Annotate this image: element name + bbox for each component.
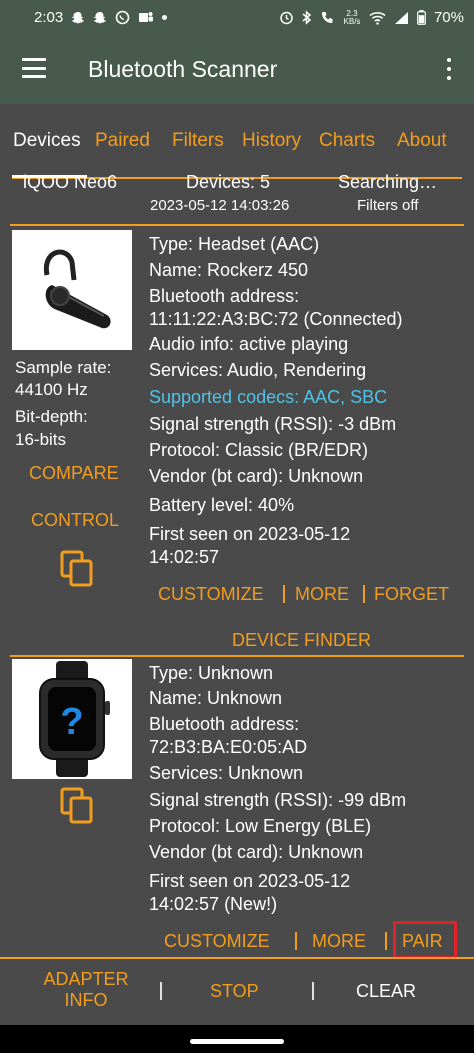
button-separator <box>283 585 285 603</box>
compare-button[interactable]: COMPARE <box>29 463 119 484</box>
copy-icon[interactable] <box>60 550 94 588</box>
signal-icon <box>394 11 408 24</box>
bit-depth-value: 16-bits <box>15 430 67 449</box>
more-button[interactable]: MORE <box>312 931 366 952</box>
services: Services: Audio, Rendering <box>149 360 367 380</box>
more-button[interactable]: MORE <box>295 584 349 605</box>
device-name: Name: Unknown <box>149 688 283 708</box>
bt-address-label: Bluetooth address: <box>149 286 300 306</box>
pair-button-highlight <box>393 921 457 959</box>
customize-button[interactable]: CUSTOMIZE <box>164 931 270 952</box>
main-content: Devices Paired Filters History Charts Ab… <box>0 104 474 957</box>
button-separator <box>363 585 365 603</box>
copy-icon[interactable] <box>60 787 94 825</box>
tab-history[interactable]: History <box>242 130 301 152</box>
headset-image <box>12 230 132 350</box>
vendor: Vendor (bt card): Unknown <box>149 466 364 486</box>
protocol: Protocol: Low Energy (BLE) <box>149 816 372 836</box>
local-device-name: iQOO Neo6 <box>23 172 118 192</box>
header-divider <box>10 224 464 226</box>
status-time: 2:03 <box>34 9 64 26</box>
signal-strength: Signal strength (RSSI): -99 dBm <box>149 790 407 810</box>
tab-bar: Devices Paired Filters History Charts Ab… <box>0 124 474 179</box>
device-type: Type: Unknown <box>149 663 274 683</box>
battery-icon <box>417 10 426 25</box>
audio-info: Audio info: active playing <box>149 334 349 354</box>
adapter-info-label-line2: INFO <box>64 990 108 1010</box>
customize-button[interactable]: CUSTOMIZE <box>158 584 264 605</box>
bt-address-label: Bluetooth address: <box>149 714 300 734</box>
bottom-separator <box>160 982 162 1000</box>
button-separator <box>385 932 387 950</box>
device-type: Type: Headset (AAC) <box>149 234 320 254</box>
adapter-info-label-line1: ADAPTER <box>43 969 129 989</box>
stop-button[interactable]: STOP <box>210 981 259 1002</box>
tab-filters[interactable]: Filters <box>172 130 224 152</box>
device-name: Name: Rockerz 450 <box>149 260 309 280</box>
home-gesture-handle[interactable] <box>190 1039 284 1044</box>
call-icon <box>321 12 333 23</box>
adapter-info-button[interactable]: ADAPTER INFO <box>40 969 132 1011</box>
overflow-menu-icon[interactable] <box>446 58 452 80</box>
svg-text:?: ? <box>60 701 83 743</box>
unknown-watch-image: ? <box>12 659 132 779</box>
teams-icon <box>139 12 154 22</box>
button-separator <box>295 932 297 950</box>
system-nav-bar <box>0 1025 474 1053</box>
tab-about[interactable]: About <box>397 130 447 152</box>
scan-timestamp: 2023-05-12 14:03:26 <box>150 197 290 214</box>
bit-depth-label: Bit-depth: <box>15 407 88 426</box>
supported-codecs-link[interactable]: Supported codecs: AAC, SBC <box>149 387 387 408</box>
control-button[interactable]: CONTROL <box>31 510 119 531</box>
alarm-icon <box>280 11 293 25</box>
battery-level: Battery level: 40% <box>149 495 295 515</box>
first-seen-label: First seen on 2023-05-12 <box>149 524 351 544</box>
bluetooth-icon <box>302 10 312 25</box>
signal-strength: Signal strength (RSSI): -3 dBm <box>149 414 397 434</box>
app-bar: Bluetooth Scanner <box>0 36 474 104</box>
battery-percent: 70% <box>433 9 464 26</box>
wifi-icon <box>369 11 386 25</box>
snapchat-icon <box>72 11 85 23</box>
sample-rate-value: 44100 Hz <box>15 380 88 399</box>
first-seen-time: 14:02:57 (New!) <box>149 894 278 914</box>
bt-address: 72:B3:BA:E0:05:AD <box>149 737 308 757</box>
snapchat-icon <box>94 11 107 23</box>
sample-rate-label: Sample rate: <box>15 358 112 377</box>
devices-count: Devices: 5 <box>186 172 271 192</box>
protocol: Protocol: Classic (BR/EDR) <box>149 440 369 460</box>
hamburger-menu-icon[interactable] <box>22 58 46 78</box>
network-speed: 2.3 KB/s <box>343 8 361 26</box>
bt-address: 11:11:22:A3:BC:72 (Connected) <box>149 309 403 329</box>
first-seen-time: 14:02:57 <box>149 547 220 567</box>
app-title: Bluetooth Scanner <box>88 56 278 82</box>
card-divider <box>10 655 464 657</box>
device-finder-button[interactable]: DEVICE FINDER <box>232 630 371 651</box>
tab-charts[interactable]: Charts <box>319 130 375 152</box>
services: Services: Unknown <box>149 763 304 783</box>
clear-button[interactable]: CLEAR <box>356 981 416 1002</box>
filters-status: Filters off <box>357 197 419 214</box>
scan-status: Searching… <box>338 172 438 192</box>
dot-indicator <box>162 15 168 20</box>
bottom-separator <box>312 982 314 1000</box>
device-card[interactable]: ? Type: Unknown Name: Unknown Bluetooth … <box>10 659 464 955</box>
vendor: Vendor (bt card): Unknown <box>149 842 364 862</box>
tab-paired[interactable]: Paired <box>95 130 150 152</box>
forget-button[interactable]: FORGET <box>374 584 449 605</box>
status-bar: 2:03 2.3 KB/s 70% <box>0 0 474 36</box>
tab-devices[interactable]: Devices <box>13 130 81 152</box>
whatsapp-icon <box>115 10 130 25</box>
first-seen-label: First seen on 2023-05-12 <box>149 871 351 891</box>
bottom-action-bar: ADAPTER INFO STOP CLEAR <box>0 957 474 1027</box>
device-card[interactable]: Sample rate: 44100 Hz Bit-depth: 16-bits… <box>10 230 464 655</box>
